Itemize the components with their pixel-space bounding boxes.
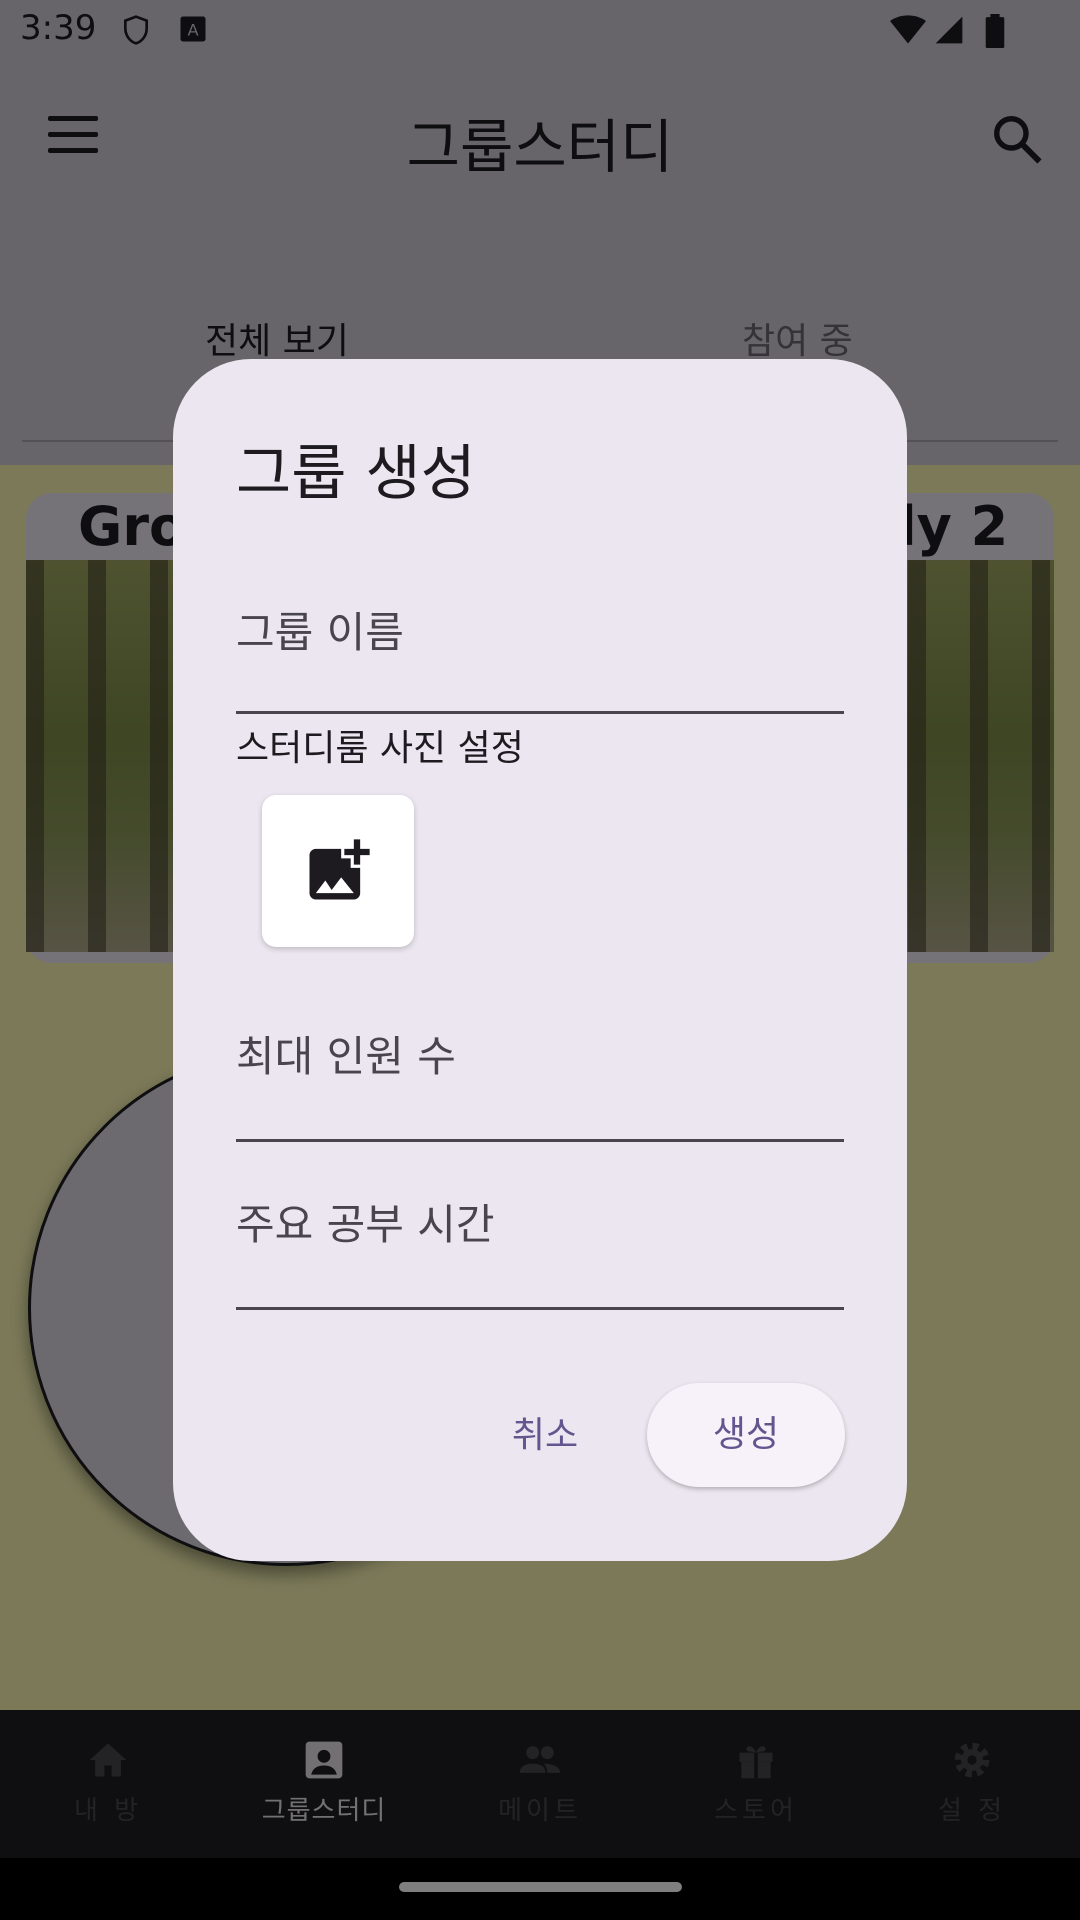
max-members-underline xyxy=(236,1139,844,1142)
max-members-placeholder: 최대 인원 수 xyxy=(236,1032,456,1081)
add-photo-button[interactable] xyxy=(262,795,414,947)
study-time-field[interactable]: 주요 공부 시간 xyxy=(236,1191,844,1310)
create-group-dialog: 그룹 생성 그룹 이름 스터디룸 사진 설정 최대 인원 수 주요 공부 시간 … xyxy=(173,359,907,1561)
dialog-title: 그룹 생성 xyxy=(236,439,476,509)
create-button[interactable]: 생성 xyxy=(647,1383,845,1487)
cancel-button[interactable]: 취소 xyxy=(485,1384,605,1488)
group-name-underline xyxy=(236,711,844,714)
add-photo-icon xyxy=(309,839,370,900)
max-members-field[interactable]: 최대 인원 수 xyxy=(236,1023,844,1142)
study-time-placeholder: 주요 공부 시간 xyxy=(236,1200,495,1249)
group-name-field[interactable]: 그룹 이름 xyxy=(236,599,844,714)
group-name-placeholder: 그룹 이름 xyxy=(236,608,404,657)
photo-section-label: 스터디룸 사진 설정 xyxy=(236,728,524,769)
study-time-underline xyxy=(236,1307,844,1310)
